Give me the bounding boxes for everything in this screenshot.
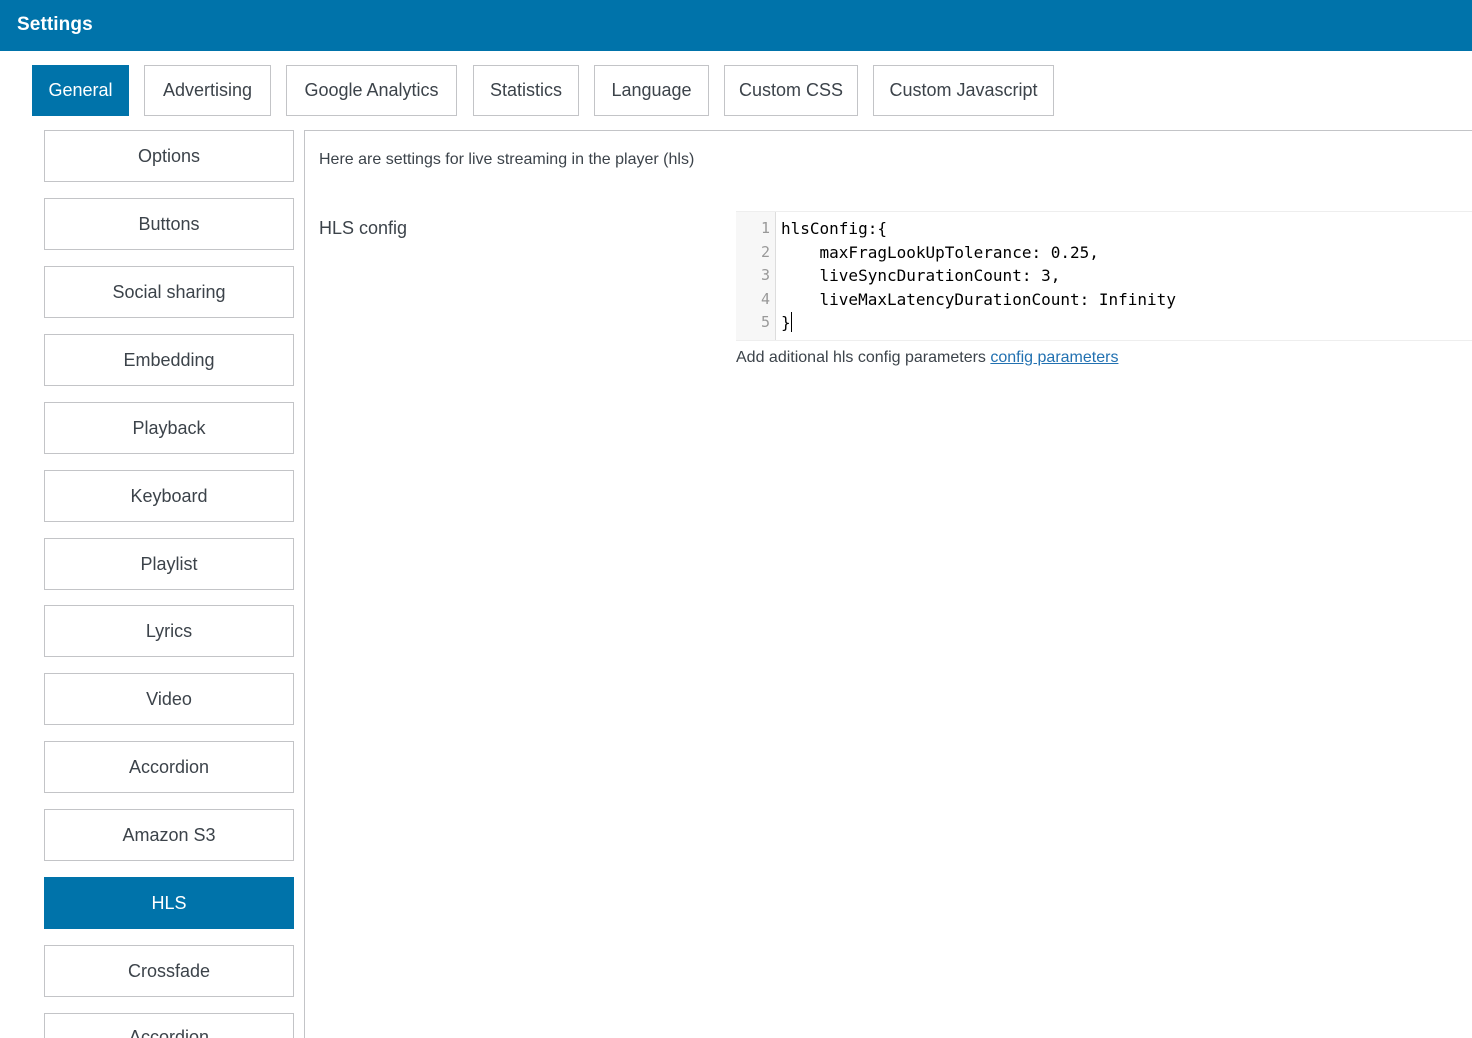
help-text: Add aditional hls config parameters conf… bbox=[736, 349, 1118, 367]
help-text-label: Add aditional hls config parameters bbox=[736, 349, 991, 366]
sidebar-item-video[interactable]: Video bbox=[44, 673, 294, 725]
line-number: 1 bbox=[760, 219, 770, 237]
code-line[interactable]: } bbox=[781, 313, 791, 332]
sidebar-item-lyrics[interactable]: Lyrics bbox=[44, 605, 294, 657]
code-line[interactable]: liveSyncDurationCount: 3, bbox=[781, 264, 1061, 287]
tab-advertising[interactable]: Advertising bbox=[144, 65, 271, 116]
page-title: Settings bbox=[17, 14, 93, 35]
sidebar-item-accordion[interactable]: Accordion bbox=[44, 741, 294, 793]
sidebar-item-amazon-s3[interactable]: Amazon S3 bbox=[44, 809, 294, 861]
tab-custom-javascript[interactable]: Custom Javascript bbox=[873, 65, 1054, 116]
sidebar-item-options[interactable]: Options bbox=[44, 130, 294, 182]
code-line-cursor[interactable]: } bbox=[781, 311, 792, 334]
tab-statistics[interactable]: Statistics bbox=[473, 65, 579, 116]
hls-config-label: HLS config bbox=[319, 218, 408, 238]
line-number: 2 bbox=[760, 243, 770, 261]
tab-language[interactable]: Language bbox=[594, 65, 709, 116]
sidebar-item-embedding[interactable]: Embedding bbox=[44, 334, 294, 386]
line-number: 3 bbox=[760, 266, 770, 284]
code-line[interactable]: maxFragLookUpTolerance: 0.25, bbox=[781, 241, 1099, 264]
panel-description: Here are settings for live streaming in … bbox=[319, 151, 695, 168]
line-number-gutter: 1 2 3 4 5 bbox=[736, 212, 776, 340]
sidebar-item-hls[interactable]: HLS bbox=[44, 877, 294, 929]
code-line[interactable]: liveMaxLatencyDurationCount: Infinity bbox=[781, 288, 1176, 311]
code-line[interactable]: hlsConfig:{ bbox=[781, 217, 887, 240]
hls-config-editor[interactable]: 1 2 3 4 5 hlsConfig:{ maxFragLookUpToler… bbox=[736, 211, 1472, 341]
text-cursor bbox=[790, 312, 792, 332]
top-bar: Settings bbox=[0, 0, 1472, 51]
sidebar-item-buttons[interactable]: Buttons bbox=[44, 198, 294, 250]
tab-google-analytics[interactable]: Google Analytics bbox=[286, 65, 457, 116]
sidebar-item-accordion-2[interactable]: Accordion bbox=[44, 1013, 294, 1038]
config-parameters-link[interactable]: config parameters bbox=[990, 349, 1118, 366]
sidebar-item-crossfade[interactable]: Crossfade bbox=[44, 945, 294, 997]
sidebar-item-playlist[interactable]: Playlist bbox=[44, 538, 294, 590]
settings-panel: Here are settings for live streaming in … bbox=[304, 130, 1472, 1038]
line-number: 4 bbox=[760, 290, 770, 308]
tab-general[interactable]: General bbox=[32, 65, 129, 116]
sidebar-item-keyboard[interactable]: Keyboard bbox=[44, 470, 294, 522]
sidebar-item-playback[interactable]: Playback bbox=[44, 402, 294, 454]
tab-custom-css[interactable]: Custom CSS bbox=[724, 65, 858, 116]
line-number: 5 bbox=[760, 313, 770, 331]
sidebar-item-social-sharing[interactable]: Social sharing bbox=[44, 266, 294, 318]
